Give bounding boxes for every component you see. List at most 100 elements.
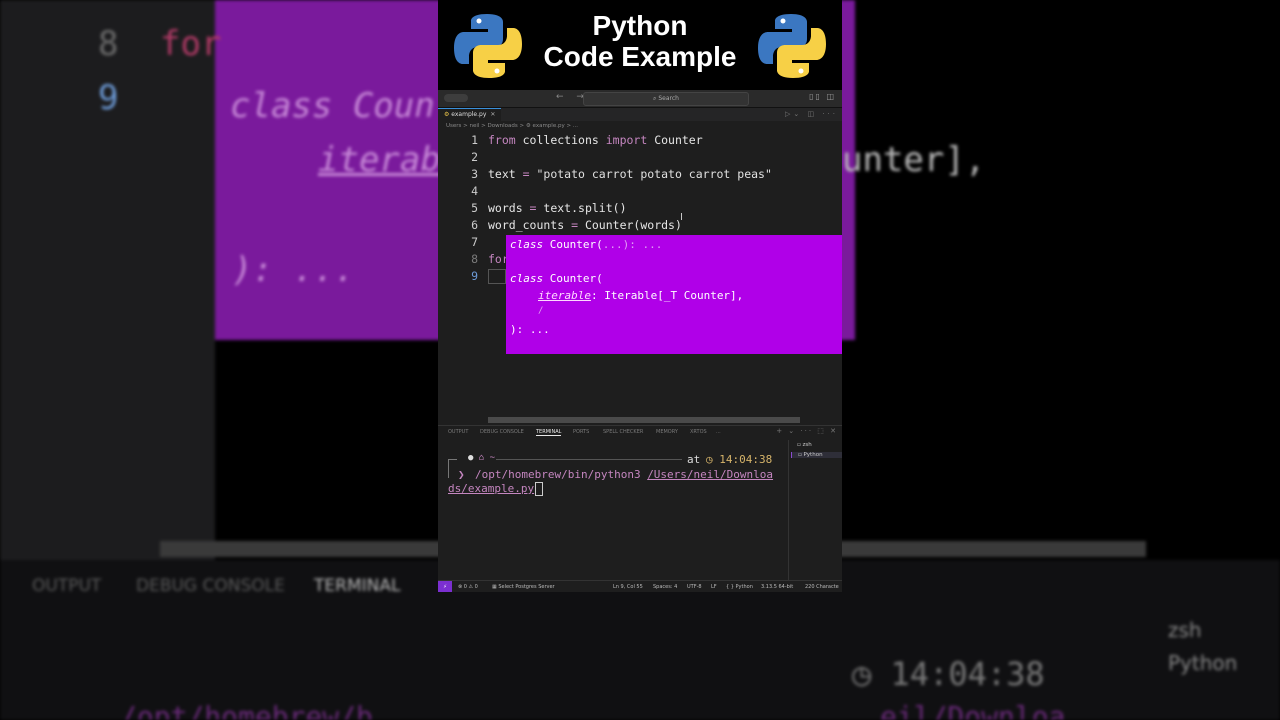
window-title-bar: ← → ⌕ Search ▯▯ ◫ (438, 90, 842, 108)
hover-line-3: iterable: Iterable[_T Counter], (538, 289, 743, 302)
line-number: 8 (471, 252, 478, 266)
bg-class-text: class Coun (230, 86, 435, 126)
editor-actions[interactable]: ▷⌄ ◫ ··· (785, 110, 838, 118)
hover-line-2: class Counter( (510, 272, 603, 285)
tab-[interactable]: ... (716, 429, 721, 435)
horizontal-scrollbar[interactable] (488, 417, 800, 423)
editor-tab-bar: ⚙ example.py ✕ ▷⌄ ◫ ··· (438, 108, 842, 122)
code-token: Counter (647, 133, 703, 147)
python-interpreter[interactable]: 3.13.5 64-bit (761, 584, 793, 590)
terminal-command: /opt/homebrew/bin/python3 /Users/neil/Do… (475, 468, 773, 481)
search-input[interactable]: ⌕ Search (583, 92, 749, 106)
code-token: text (488, 167, 523, 181)
line-number: 4 (471, 184, 478, 198)
postgres-server[interactable]: ▦ Select Postgres Server (492, 584, 555, 590)
code-token: text.split() (536, 201, 627, 215)
hover-line-4: / (538, 306, 544, 316)
code-token: from (488, 133, 516, 147)
terminal-cursor (535, 482, 544, 496)
prompt-arrow: ❯ (458, 468, 465, 481)
terminal-item-python[interactable]: ▫ Python (791, 452, 842, 458)
tab-terminal[interactable]: TERMINAL (536, 429, 562, 436)
problems-count[interactable]: ⊗ 0 ⚠ 0 (458, 584, 478, 590)
bg-unter-text: unter], (842, 140, 986, 180)
indentation[interactable]: Spaces: 4 (653, 584, 677, 590)
hover-tooltip: class Counter(...): ... class Counter( i… (506, 235, 842, 354)
command-text: /opt/homebrew/bin/python3 (475, 468, 648, 481)
tab-example-py[interactable]: ⚙ example.py ✕ (438, 108, 502, 122)
code-text: from collections import Counter (488, 132, 703, 149)
python-logo-icon (454, 14, 522, 78)
encoding[interactable]: UTF-8 (687, 584, 702, 590)
code-text: words = text.split() (488, 200, 627, 217)
window-controls[interactable] (444, 94, 468, 102)
prompt-icons: ● ⌂ ~ (468, 453, 495, 463)
bg-line-number-9: 9 (98, 78, 119, 118)
prompt-at: at (687, 453, 701, 466)
command-path-wrap[interactable]: ds/example.py (448, 482, 534, 495)
hover-closing: ): ... (510, 323, 550, 336)
line-number: 3 (471, 167, 478, 181)
line-number: 1 (471, 133, 478, 147)
line-number: 6 (471, 218, 478, 232)
bg-tab-debug: DEBUG CONSOLE (136, 576, 285, 596)
video-banner: Python Code Example (438, 0, 842, 90)
bg-path: /opt/homebrew/b (120, 700, 373, 720)
code-token: = (522, 167, 530, 181)
terminal-item-zsh[interactable]: ▫ zsh (797, 442, 812, 448)
panel-actions[interactable]: + ⌄ ··· ⬚ ✕ (776, 427, 838, 435)
hover-param-type: : Iterable[_T Counter], (590, 289, 744, 302)
tab-xrtos[interactable]: XRTOS (690, 429, 707, 435)
line-number: 5 (471, 201, 478, 215)
cursor-position[interactable]: Ln 9, Col 55 (613, 584, 643, 590)
layout-icons[interactable]: ▯▯ ◫ (809, 92, 836, 101)
tab-memory[interactable]: MEMORY (656, 429, 678, 435)
line-number: 9 (471, 269, 478, 283)
bg-tab-terminal: TERMINAL (314, 576, 401, 596)
editor-window: Python Code Example ← → ⌕ Search ▯▯ ◫ ⚙ … (438, 0, 842, 592)
bg-term-zsh: zsh (1168, 618, 1202, 642)
tab-ports[interactable]: PORTS (573, 429, 589, 435)
bg-keyword-for: for (160, 24, 222, 64)
character-count[interactable]: 220 Characte (805, 584, 839, 590)
line-ending[interactable]: LF (711, 584, 717, 590)
code-token: "potato carrot potato carrot peas" (529, 167, 772, 181)
command-path[interactable]: /Users/neil/Downloa (647, 468, 773, 481)
code-token: = (571, 218, 579, 232)
terminal-list: ▫ zsh ▫ Python (788, 440, 842, 580)
breadcrumb[interactable]: Users > neil > Downloads > ⚙ example.py … (446, 123, 578, 129)
text-cursor-icon: I (680, 212, 683, 223)
terminal[interactable]: ● ⌂ ~ at ◷ 14:04:38 ❯ /opt/homebrew/bin/… (438, 440, 788, 580)
hover-keyword: class (510, 238, 544, 251)
line-number: 7 (471, 235, 478, 249)
hover-class-name: Counter( (543, 272, 603, 285)
tab-output[interactable]: OUTPUT (448, 429, 468, 435)
tab-debug-console[interactable]: DEBUG CONSOLE (480, 429, 524, 435)
banner-line-1: Python (592, 10, 688, 41)
home-icon: ⌂ ~ (473, 453, 496, 463)
bg-term-python: Python (1168, 651, 1238, 675)
terminal-command-wrap: ds/example.py (448, 482, 544, 496)
line-number: 2 (471, 150, 478, 164)
bg-tab-output: OUTPUT (32, 576, 102, 596)
remote-indicator[interactable]: ⚡ (438, 581, 452, 592)
bg-tail-text: ): ... (232, 250, 355, 290)
prompt-time: ◷ 14:04:38 (706, 453, 773, 466)
terminal-item-label: Python (803, 452, 823, 458)
python-logo-icon (758, 14, 826, 78)
indent-guide-box (488, 269, 506, 284)
tab-label: example.py (451, 111, 487, 118)
language-mode[interactable]: { } Python (726, 584, 753, 590)
bg-iterable-text: iterab (318, 140, 441, 180)
tab-spell-checker[interactable]: SPELL CHECKER (603, 429, 643, 435)
code-token: word_counts (488, 218, 572, 232)
hover-keyword: class (510, 272, 544, 285)
hover-line-1: class Counter(...): ... (510, 238, 662, 251)
code-token: words (488, 201, 530, 215)
close-icon[interactable]: ✕ (490, 111, 495, 118)
prompt-bracket (448, 459, 457, 478)
hover-ellipsis: ...): ... (602, 238, 663, 251)
bg-path-2: eil/Downloa (880, 700, 1066, 720)
terminal-item-label: zsh (802, 442, 812, 448)
banner-line-2: Code Example (543, 41, 737, 72)
